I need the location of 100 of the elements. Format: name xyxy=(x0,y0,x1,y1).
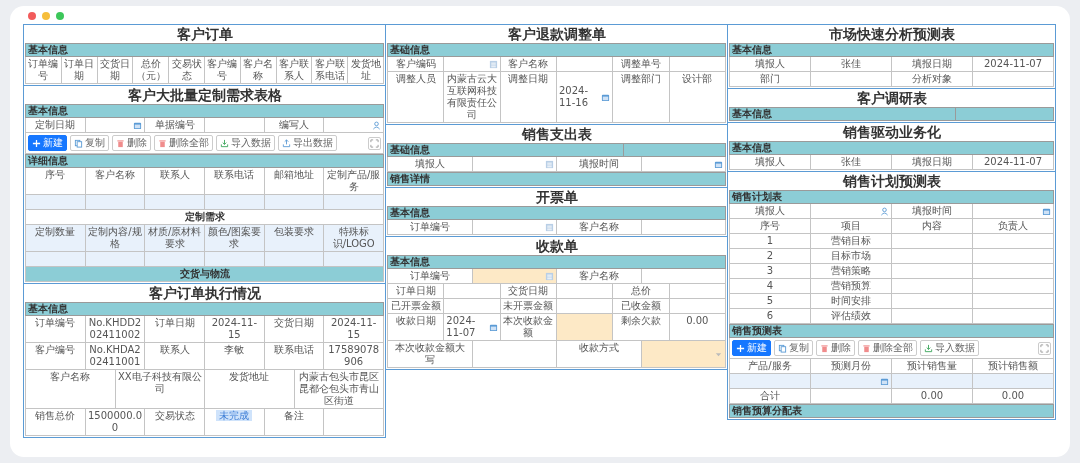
field-label: 序号 xyxy=(730,219,811,234)
field-label: 负责人 xyxy=(973,219,1054,234)
date-field[interactable] xyxy=(811,374,892,389)
trash-icon xyxy=(158,138,167,148)
date-field[interactable]: 2024-11-07 xyxy=(444,314,501,341)
delete-button[interactable]: 删除 xyxy=(112,135,151,151)
picker-field[interactable] xyxy=(444,57,501,72)
field-label: 总价 xyxy=(613,284,670,299)
table-cell: 营销预算 xyxy=(811,279,892,294)
user-field[interactable] xyxy=(324,118,384,133)
new-button[interactable]: 新建 xyxy=(732,340,771,356)
field-label: 发货地址 xyxy=(348,57,384,84)
import-button[interactable]: 导入数据 xyxy=(216,135,275,151)
delete-button[interactable]: 删除 xyxy=(816,340,855,356)
trash-icon xyxy=(862,343,871,353)
field-label: 包装要求 xyxy=(264,225,325,252)
table-cell: 内蒙古云大互联网科技有限责任公司 xyxy=(444,72,501,123)
picker-field[interactable] xyxy=(472,269,557,284)
upload-icon xyxy=(282,138,291,148)
field-label: 发货地址 xyxy=(205,370,295,409)
expand-button[interactable] xyxy=(368,136,381,150)
input-field[interactable] xyxy=(669,299,726,314)
delete-all-button[interactable]: 删除全部 xyxy=(154,135,213,151)
select-field[interactable] xyxy=(641,341,726,368)
table-cell: 营销策略 xyxy=(811,264,892,279)
user-field[interactable] xyxy=(811,204,892,219)
input-field[interactable] xyxy=(557,314,614,341)
field-label: 项目 xyxy=(811,219,892,234)
input-field[interactable] xyxy=(973,72,1054,87)
input-field[interactable] xyxy=(205,118,265,133)
input-field[interactable] xyxy=(557,284,614,299)
list-icon xyxy=(545,271,554,281)
field-label: 客户编号 xyxy=(205,57,241,84)
section-title: 基本信息 xyxy=(731,142,773,154)
table-cell: 目标市场 xyxy=(811,249,892,264)
field-label: 填报日期 xyxy=(892,155,973,170)
field-label: 总价（元） xyxy=(133,57,170,84)
input-field[interactable] xyxy=(444,299,501,314)
field-label: 订单编号 xyxy=(26,316,86,343)
input-field[interactable] xyxy=(557,57,614,72)
new-button[interactable]: 新建 xyxy=(28,135,67,151)
download-icon xyxy=(924,343,933,353)
copy-button[interactable]: 复制 xyxy=(774,340,813,356)
input-field[interactable] xyxy=(641,220,726,235)
expand-button[interactable] xyxy=(1038,341,1051,355)
picker-field[interactable] xyxy=(472,157,557,172)
field-label: 客户名称 xyxy=(500,57,557,72)
field-label: 订单日期 xyxy=(61,57,98,84)
export-button[interactable]: 导出数据 xyxy=(278,135,337,151)
table-cell: No.KHDA202411001 xyxy=(85,343,146,370)
input-field[interactable] xyxy=(557,299,614,314)
date-field[interactable] xyxy=(85,118,146,133)
import-button[interactable]: 导入数据 xyxy=(920,340,979,356)
input-field[interactable] xyxy=(669,284,726,299)
calendar-icon xyxy=(488,322,498,332)
calendar-icon xyxy=(601,92,611,102)
input-field[interactable] xyxy=(472,341,557,368)
section-title: 销售预测表 xyxy=(731,325,783,337)
field-label: 交易状态 xyxy=(145,409,205,436)
table-cell: 张佳 xyxy=(811,155,892,170)
field-label: 填报人 xyxy=(730,155,811,170)
picker-field[interactable] xyxy=(472,220,557,235)
delete-all-button[interactable]: 删除全部 xyxy=(858,340,917,356)
input-field[interactable] xyxy=(444,284,501,299)
section-title: 销售详情 xyxy=(389,173,431,185)
calendar-icon xyxy=(714,159,723,169)
calendar-icon xyxy=(133,120,143,130)
field-label: 交货日期 xyxy=(264,316,325,343)
field-label: 填报日期 xyxy=(892,57,973,72)
form-title: 客户订单执行情况 xyxy=(147,284,262,302)
date-field[interactable] xyxy=(973,204,1054,219)
field-label: 内容 xyxy=(892,219,973,234)
zoom-button[interactable] xyxy=(56,12,64,20)
close-button[interactable] xyxy=(28,12,36,20)
field-label: 交货日期 xyxy=(500,284,557,299)
section-title: 基本信息 xyxy=(731,108,773,120)
table-cell xyxy=(324,409,384,436)
input-field[interactable] xyxy=(669,57,726,72)
input-field[interactable] xyxy=(811,72,892,87)
list-icon xyxy=(488,59,498,69)
field-label: 颜色/图案要求 xyxy=(205,225,265,252)
table-cell: 5 xyxy=(730,294,811,309)
date-field[interactable] xyxy=(641,157,726,172)
field-label: 客户名称 xyxy=(557,220,642,235)
section-title: 基本信息 xyxy=(27,105,69,117)
minimize-button[interactable] xyxy=(42,12,50,20)
field-label: 订单日期 xyxy=(145,316,205,343)
copy-icon xyxy=(74,138,83,148)
field-label: 收款方式 xyxy=(557,341,642,368)
field-label: 本次收款金额大写 xyxy=(388,341,473,368)
field-label: 交货日期 xyxy=(97,57,134,84)
field-label: 定制日期 xyxy=(26,118,86,133)
field-label: 定制数量 xyxy=(26,225,86,252)
group-heading: 定制需求 xyxy=(25,210,384,225)
form-title: 开票单 xyxy=(534,188,579,206)
status-tag: 未完成 xyxy=(216,410,253,421)
field-label: 客户名称 xyxy=(26,370,116,409)
copy-button[interactable]: 复制 xyxy=(70,135,109,151)
input-field[interactable] xyxy=(641,269,726,284)
date-field[interactable]: 2024-11-16 xyxy=(557,72,614,123)
